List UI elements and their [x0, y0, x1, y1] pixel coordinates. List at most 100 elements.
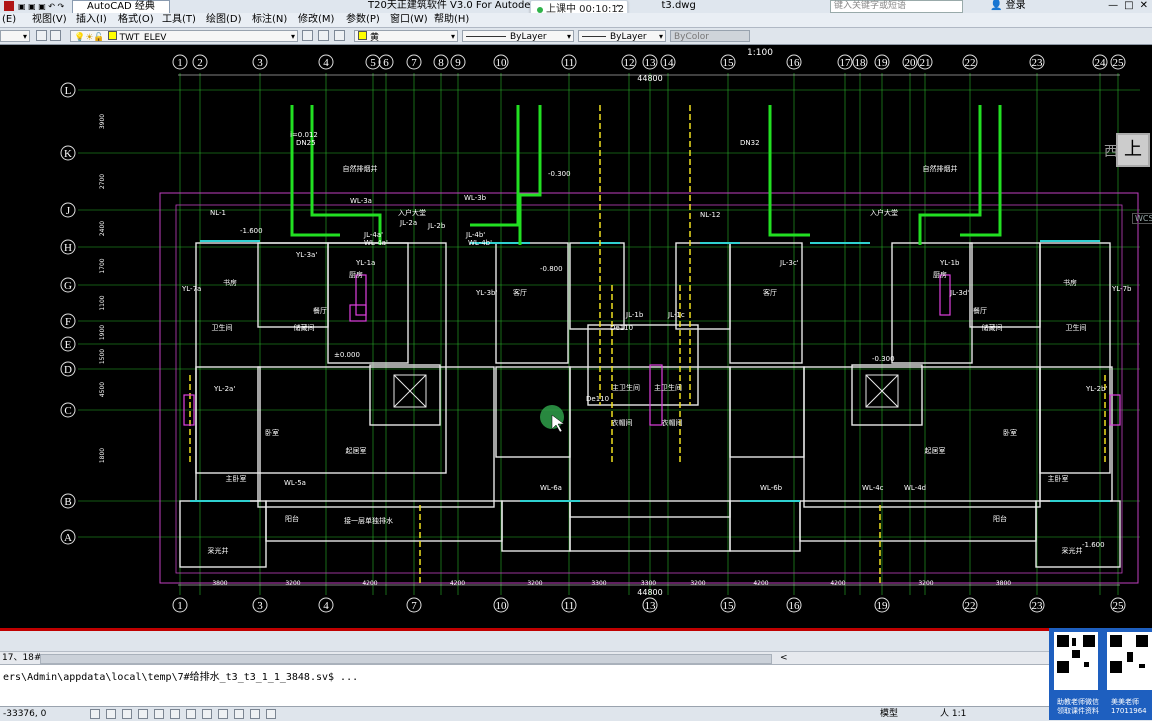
floor-plan-drawing[interactable]: 1 2 3 4 5 6 7 8 9 10 11 12 13 14 15 16 17 18 19 20 21 22 23 24 2…	[0, 45, 1152, 628]
note-label: DN25	[296, 139, 316, 147]
room-label: 餐厅	[313, 306, 327, 315]
promo-left-caption: 助教老师微信 领取课件资料	[1057, 698, 1099, 715]
bottom-dimension: 3300	[591, 580, 606, 587]
pipe-label: WL-6b	[760, 484, 783, 492]
lwt-icon[interactable]	[218, 709, 228, 719]
drawing-canvas[interactable]: 1 2 3 4 5 6 7 8 9 10 11 12 13 14 15 16 17 18 19 20 21 22 23 24 2…	[0, 45, 1152, 628]
plotstyle-dropdown[interactable]: ByColor	[670, 30, 750, 42]
make-current-icon[interactable]	[302, 30, 313, 41]
scrollbar-thumb[interactable]	[40, 654, 772, 664]
menu-modify[interactable]: 修改(M)	[298, 13, 334, 27]
viewcube-west[interactable]: 西	[1104, 141, 1118, 161]
lineweight-dropdown[interactable]: ByLayer ▾	[578, 30, 666, 42]
pipes	[183, 105, 1121, 585]
workspace-dropdown[interactable]: AutoCAD 经典	[72, 0, 170, 14]
layer-manager-icon[interactable]	[36, 30, 47, 41]
model-tab[interactable]: 模型	[880, 707, 898, 721]
tpy-icon[interactable]	[234, 709, 244, 719]
menu-edit[interactable]: (E)	[2, 13, 16, 27]
annotation-scale[interactable]: 人 1:1	[940, 707, 966, 721]
room-label: 储藏间	[982, 323, 1003, 332]
left-dimension: 3900	[99, 114, 106, 129]
history-text: 17、18#	[2, 653, 42, 663]
wall	[851, 364, 923, 426]
promo-right-caption: 美美老师 17011964	[1111, 698, 1147, 715]
app-logo-icon[interactable]	[4, 1, 14, 11]
axis-letter: J	[66, 205, 71, 217]
minimize-button[interactable]: —	[1108, 0, 1118, 12]
axis-number: 25	[1113, 57, 1125, 69]
grid-icon[interactable]	[106, 709, 116, 719]
polar-icon[interactable]	[138, 709, 148, 719]
annotations: 44800 44800 1:100 3800 3200 4200 4200 3200 3300 3…	[99, 48, 1132, 597]
command-line[interactable]: ers\Admin\appdata\local\temp\7#给排水_t3_t3…	[0, 664, 1152, 707]
bottom-dimension: 3200	[918, 580, 933, 587]
menu-params[interactable]: 参数(P)	[346, 13, 380, 27]
menu-draw[interactable]: 绘图(D)	[206, 13, 242, 27]
drain-pipe	[768, 105, 810, 237]
drain-pipe	[518, 105, 542, 245]
sc-icon[interactable]	[266, 709, 276, 719]
layer-match-icon[interactable]	[334, 30, 345, 41]
viewcube[interactable]: 上 西	[1096, 107, 1150, 169]
axis-number: 2	[197, 57, 203, 69]
axis-letter: D	[64, 364, 72, 376]
axis-number: 17	[840, 57, 852, 69]
room-label: 主卫生间	[612, 383, 640, 392]
close-button[interactable]: ✕	[1140, 0, 1148, 12]
pipe-label: WL-3b	[464, 194, 487, 202]
linetype-dropdown[interactable]: ByLayer ▾	[462, 30, 574, 42]
wcs-menu[interactable]: WCS	[1132, 213, 1152, 224]
ortho-icon[interactable]	[122, 709, 132, 719]
menu-tools[interactable]: 工具(T)	[162, 13, 196, 27]
qp-icon[interactable]	[250, 709, 260, 719]
ducs-icon[interactable]	[186, 709, 196, 719]
layer-state-dropdown[interactable]: ▾	[0, 30, 30, 42]
menu-window[interactable]: 窗口(W)	[390, 13, 428, 27]
axis-letter: C	[64, 405, 71, 417]
axis-number: 7	[411, 600, 417, 612]
layer-previous-icon[interactable]	[318, 30, 329, 41]
layer-toolbar: ▾ 💡☀🔓 TWT_ELEV ▾ 黄 ▾ ByLayer ▾ ByLayer ▾ ByCo…	[0, 28, 1152, 45]
drain-pipe	[310, 105, 382, 245]
scroll-left-icon[interactable]: <	[780, 652, 788, 664]
pipe-label: YL-3a'	[295, 251, 317, 259]
axis-number: 21	[920, 57, 931, 69]
otrack-icon[interactable]	[170, 709, 180, 719]
menu-view[interactable]: 视图(V)	[32, 13, 67, 27]
horizontal-scrollbar[interactable]: 17、18# <	[0, 651, 1152, 665]
snap-icon[interactable]	[90, 709, 100, 719]
axis-number: 4	[323, 57, 329, 69]
axis-number: 23	[1032, 57, 1044, 69]
menu-dimension[interactable]: 标注(N)	[252, 13, 287, 27]
wall	[1039, 242, 1111, 474]
level-label: -0.300	[548, 170, 571, 178]
axis-letter: A	[64, 532, 72, 544]
room-label: 阳台	[285, 514, 299, 523]
window-title-tail: t3.dwg	[661, 0, 696, 11]
room-label: 主卧室	[226, 474, 247, 483]
login-button[interactable]: 👤 登录	[990, 0, 1026, 12]
dyn-icon[interactable]	[202, 709, 212, 719]
color-dropdown[interactable]: 黄 ▾	[354, 30, 458, 42]
pipe-label: WL-4a'	[364, 239, 388, 247]
viewcube-top[interactable]: 上	[1116, 133, 1150, 167]
user-icon: 👤	[990, 0, 1003, 11]
layer-dropdown[interactable]: 💡☀🔓 TWT_ELEV ▾	[70, 30, 298, 42]
menu-format[interactable]: 格式(O)	[118, 13, 154, 27]
menu-insert[interactable]: 插入(I)	[76, 13, 107, 27]
layer-name: TWT_ELEV	[119, 33, 167, 42]
wall	[369, 364, 441, 426]
pipe-label: JL-4a'	[363, 231, 383, 239]
axis-number: 3	[257, 600, 263, 612]
pipe-label: YL-7a	[181, 285, 201, 293]
quick-access-icons[interactable]: ▣ ▣ ▣ ↶ ↷	[18, 2, 64, 11]
maximize-button[interactable]: □	[1124, 0, 1133, 12]
bottom-dimension: 3300	[641, 580, 656, 587]
search-input[interactable]: 键入关键字或短语	[830, 0, 963, 13]
menu-help[interactable]: 帮助(H)	[434, 13, 469, 27]
osnap-icon[interactable]	[154, 709, 164, 719]
room-label: 储藏间	[294, 323, 315, 332]
layer-state-icon[interactable]	[50, 30, 61, 41]
room-label: 入户大堂	[870, 208, 898, 217]
